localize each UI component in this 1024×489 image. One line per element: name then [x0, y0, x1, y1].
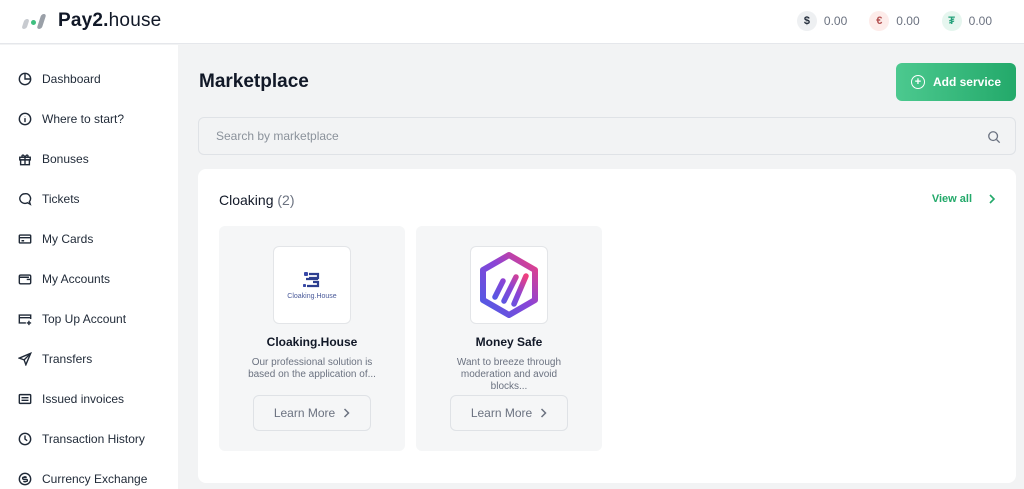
info-icon: [18, 112, 32, 126]
sidebar-item-bonuses[interactable]: Bonuses: [18, 152, 89, 166]
page-title: Marketplace: [199, 71, 309, 92]
logo[interactable]: Pay2.house: [21, 10, 162, 32]
balance-usdt[interactable]: ₮ 0.00: [941, 11, 992, 31]
learn-more-button[interactable]: Learn More: [253, 395, 371, 431]
top-header: Pay2.house $ 0.00 € 0.00 ₮ 0.00: [0, 0, 1024, 44]
cloaking-house-logo-icon: [303, 271, 320, 287]
invoice-icon: [18, 392, 32, 406]
balance-usd-value: 0.00: [823, 14, 848, 28]
add-service-label: Add service: [932, 75, 1002, 89]
sidebar-item-label: Dashboard: [42, 72, 101, 86]
sidebar-item-tickets[interactable]: Tickets: [18, 192, 80, 206]
card-description: Want to breeze through moderation and av…: [456, 357, 562, 392]
chevron-right-icon: [344, 408, 350, 418]
view-all-label: View all: [931, 193, 972, 205]
sidebar-item-label: My Cards: [42, 232, 94, 246]
sidebar-item-issued-invoices[interactable]: Issued invoices: [18, 392, 124, 406]
sidebar-item-label: Tickets: [42, 192, 80, 206]
clock-icon: [18, 432, 32, 446]
balance-eur-value: 0.00: [896, 14, 920, 28]
cloaking-house-logo-text: Cloaking.House: [287, 292, 337, 300]
sidebar-item-label: Issued invoices: [42, 392, 125, 406]
learn-more-label: Learn More: [273, 406, 336, 420]
logo-text: Pay2.house: [58, 10, 162, 31]
chevron-right-icon: [541, 408, 547, 418]
section-title: Cloaking (2): [219, 192, 295, 208]
credit-card-icon: [18, 232, 32, 246]
sidebar-item-top-up-account[interactable]: Top Up Account: [18, 312, 126, 326]
tether-icon: ₮: [941, 11, 962, 31]
sidebar-item-transfers[interactable]: Transfers: [18, 352, 92, 366]
balance-usd[interactable]: $ 0.00: [796, 11, 848, 31]
money-safe-logo: [470, 246, 548, 324]
sidebar-item-my-accounts[interactable]: My Accounts: [18, 272, 110, 286]
search-bar: [198, 117, 1016, 155]
service-card-money-safe[interactable]: Money Safe Want to breeze through modera…: [416, 226, 602, 451]
view-all-link[interactable]: View all: [932, 193, 996, 205]
balances: $ 0.00 € 0.00 ₮ 0.00: [796, 11, 992, 31]
sidebar-item-label: Where to start?: [42, 112, 125, 126]
cloaking-house-logo: Cloaking.House: [273, 246, 351, 324]
card-name: Money Safe: [475, 335, 543, 349]
sidebar-item-dashboard[interactable]: Dashboard: [18, 72, 101, 86]
sidebar-item-label: Currency Exchange: [42, 472, 148, 486]
dollar-icon: $: [796, 11, 817, 31]
sidebar: Dashboard Where to start? Bonuses Ticket…: [0, 45, 178, 489]
balance-usdt-value: 0.00: [968, 14, 992, 28]
money-safe-logo-icon: [480, 252, 538, 318]
wallet-icon: [18, 272, 32, 286]
sidebar-item-currency-exchange[interactable]: Currency Exchange: [18, 472, 147, 486]
plus-circle-icon: +: [910, 75, 925, 89]
balance-eur[interactable]: € 0.00: [869, 11, 920, 31]
logo-mark-icon: [21, 10, 48, 32]
card-name: Cloaking.House: [266, 335, 358, 349]
chevron-right-icon: [989, 194, 996, 204]
card-add-icon: [18, 312, 32, 326]
gift-icon: [18, 152, 32, 166]
section-count: (2): [277, 192, 295, 208]
euro-icon: €: [869, 11, 890, 31]
search-input[interactable]: [199, 129, 959, 143]
pie-chart-icon: [18, 72, 32, 86]
sidebar-item-label: Top Up Account: [42, 312, 127, 326]
sidebar-item-label: Bonuses: [42, 152, 89, 166]
section-title-text: Cloaking: [219, 192, 274, 208]
sidebar-item-label: Transaction History: [42, 432, 145, 446]
learn-more-button[interactable]: Learn More: [450, 395, 568, 431]
send-icon: [18, 352, 32, 366]
sidebar-item-label: My Accounts: [42, 272, 111, 286]
add-service-button[interactable]: + Add service: [896, 63, 1016, 101]
chat-bubble-icon: [18, 192, 32, 206]
service-card-cloaking-house[interactable]: Cloaking.House Cloaking.House Our profes…: [219, 226, 405, 451]
cloaking-section: Cloaking (2) View all Cloaking.House Clo…: [198, 169, 1016, 483]
sidebar-item-label: Transfers: [42, 352, 93, 366]
sidebar-item-transaction-history[interactable]: Transaction History: [18, 432, 145, 446]
search-icon[interactable]: [987, 130, 1001, 144]
sidebar-item-where-to-start[interactable]: Where to start?: [18, 112, 124, 126]
learn-more-label: Learn More: [470, 406, 533, 420]
sidebar-item-my-cards[interactable]: My Cards: [18, 232, 93, 246]
card-description: Our professional solution is based on th…: [248, 357, 376, 380]
exchange-icon: [18, 472, 32, 486]
